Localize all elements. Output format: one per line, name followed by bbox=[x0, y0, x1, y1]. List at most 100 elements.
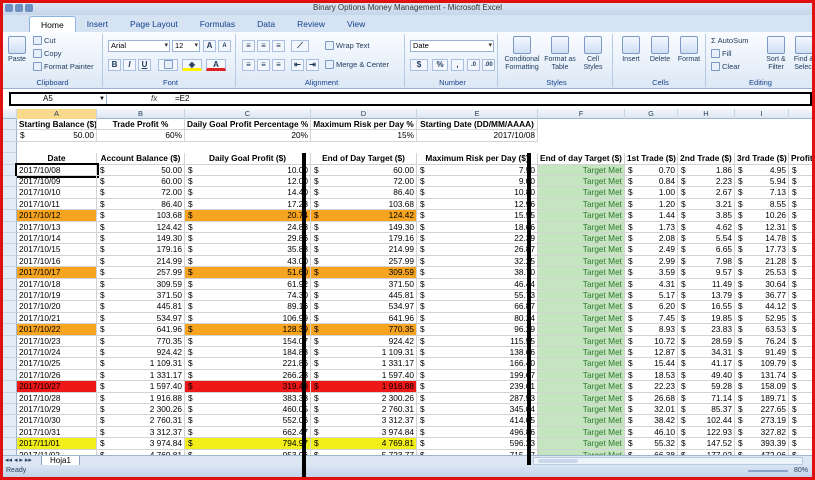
row-header[interactable] bbox=[3, 221, 17, 233]
max-risk-cell[interactable]: $596.23 bbox=[417, 438, 538, 450]
end-of-day-target-cell[interactable]: $309.59 bbox=[311, 267, 417, 279]
second-trade-cell[interactable]: $147.52 bbox=[678, 438, 735, 450]
first-trade-cell[interactable]: $4.31 bbox=[625, 278, 678, 290]
daily-goal-profit-cell[interactable]: $184.88 bbox=[185, 347, 311, 359]
row-header[interactable] bbox=[3, 198, 17, 211]
profit-cell[interactable]: $ bbox=[789, 267, 812, 279]
daily-goal-profit-cell[interactable]: $128.39 bbox=[185, 324, 311, 336]
first-trade-cell[interactable]: $1.73 bbox=[625, 221, 678, 233]
third-trade-cell[interactable]: $131.74 bbox=[735, 369, 789, 382]
daily-goal-profit-cell[interactable]: $552.06 bbox=[185, 415, 311, 427]
balance-cell[interactable]: $2 300.26 bbox=[97, 404, 185, 416]
first-trade-cell[interactable]: $55.32 bbox=[625, 438, 678, 450]
profit-cell[interactable]: $ bbox=[789, 347, 812, 359]
font-color-button[interactable]: A bbox=[206, 59, 226, 71]
align-right-button[interactable]: ≡ bbox=[272, 59, 285, 71]
column-header[interactable] bbox=[789, 109, 812, 119]
second-trade-cell[interactable]: $5.54 bbox=[678, 233, 735, 245]
end-of-day-target-cell[interactable]: $534.97 bbox=[311, 301, 417, 313]
name-box[interactable]: A5 bbox=[11, 94, 107, 104]
max-risk-cell[interactable]: $18.66 bbox=[417, 221, 538, 233]
balance-cell[interactable]: $770.35 bbox=[97, 335, 185, 347]
align-middle-button[interactable]: ≡ bbox=[257, 40, 270, 52]
third-trade-cell[interactable]: $76.24 bbox=[735, 335, 789, 347]
daily-goal-profit-cell[interactable]: $319.48 bbox=[185, 381, 311, 393]
target-status-cell[interactable]: Target Met bbox=[538, 210, 625, 222]
second-trade-cell[interactable]: $85.37 bbox=[678, 404, 735, 416]
fill-button[interactable]: Fill bbox=[711, 49, 732, 58]
date-cell[interactable]: 2017/10/29 bbox=[17, 404, 97, 416]
profit-cell[interactable]: $ bbox=[789, 358, 812, 370]
first-trade-cell[interactable]: $1.20 bbox=[625, 198, 678, 211]
max-risk-cell[interactable]: $38.70 bbox=[417, 267, 538, 279]
third-trade-cell[interactable]: $8.55 bbox=[735, 198, 789, 211]
cut-button[interactable]: Cut bbox=[33, 36, 56, 45]
max-risk-cell[interactable]: $26.87 bbox=[417, 244, 538, 256]
end-of-day-target-cell[interactable]: $149.30 bbox=[311, 221, 417, 233]
date-cell[interactable]: 2017/10/15 bbox=[17, 244, 97, 256]
second-trade-cell[interactable]: $41.17 bbox=[678, 358, 735, 370]
decrease-decimal-button[interactable]: .00 bbox=[482, 59, 495, 71]
second-trade-cell[interactable]: $3.21 bbox=[678, 198, 735, 211]
third-trade-cell[interactable]: $17.73 bbox=[735, 244, 789, 256]
daily-goal-profit-cell[interactable]: $61.92 bbox=[185, 278, 311, 290]
balance-cell[interactable]: $534.97 bbox=[97, 312, 185, 325]
daily-goal-profit-cell[interactable]: $43.00 bbox=[185, 255, 311, 268]
end-of-day-target-cell[interactable]: $124.42 bbox=[311, 210, 417, 222]
row-header[interactable] bbox=[3, 347, 17, 359]
end-of-day-target-cell[interactable]: $103.68 bbox=[311, 198, 417, 211]
daily-goal-profit-cell[interactable]: $383.38 bbox=[185, 392, 311, 404]
end-of-day-target-cell[interactable]: $2 760.31 bbox=[311, 404, 417, 416]
format-painter-button[interactable]: Format Painter bbox=[33, 62, 94, 71]
second-trade-cell[interactable]: $102.44 bbox=[678, 415, 735, 427]
align-bottom-button[interactable]: ≡ bbox=[272, 40, 285, 52]
target-status-cell[interactable]: Target Met bbox=[538, 312, 625, 325]
third-trade-cell[interactable]: $10.26 bbox=[735, 210, 789, 222]
tab-data[interactable]: Data bbox=[246, 16, 286, 32]
max-risk-cell[interactable]: $66.87 bbox=[417, 301, 538, 313]
end-of-day-target-cell[interactable]: $641.96 bbox=[311, 312, 417, 325]
balance-cell[interactable]: $3 974.84 bbox=[97, 438, 185, 450]
parameter-header[interactable]: Starting Balance ($) bbox=[17, 119, 97, 131]
table-header[interactable]: Maximum Risk per Day ($) bbox=[417, 153, 538, 165]
date-cell[interactable]: 2017/10/09 bbox=[17, 176, 97, 188]
column-header[interactable]: B bbox=[97, 109, 185, 119]
target-status-cell[interactable]: Target Met bbox=[538, 426, 625, 439]
daily-goal-profit-cell[interactable]: $154.07 bbox=[185, 335, 311, 347]
row-header[interactable] bbox=[3, 255, 17, 268]
tab-insert[interactable]: Insert bbox=[76, 16, 119, 32]
balance-cell[interactable]: $1 597.40 bbox=[97, 381, 185, 393]
end-of-day-target-cell[interactable]: $4 769.81 bbox=[311, 438, 417, 450]
target-status-cell[interactable]: Target Met bbox=[538, 267, 625, 279]
third-trade-cell[interactable]: $158.09 bbox=[735, 381, 789, 393]
third-trade-cell[interactable]: $36.77 bbox=[735, 290, 789, 302]
daily-goal-profit-cell[interactable]: $221.86 bbox=[185, 358, 311, 370]
second-trade-cell[interactable]: $3.85 bbox=[678, 210, 735, 222]
balance-cell[interactable]: $86.40 bbox=[97, 198, 185, 211]
merge-center-button[interactable]: Merge & Center bbox=[325, 60, 389, 69]
third-trade-cell[interactable]: $7.13 bbox=[735, 187, 789, 199]
date-cell[interactable]: 2017/10/14 bbox=[17, 233, 97, 245]
date-cell[interactable]: 2017/10/17 bbox=[17, 267, 97, 279]
date-cell[interactable]: 2017/10/31 bbox=[17, 426, 97, 439]
column-header[interactable]: D bbox=[311, 109, 417, 119]
third-trade-cell[interactable]: $227.65 bbox=[735, 404, 789, 416]
daily-goal-profit-cell[interactable]: $662.47 bbox=[185, 426, 311, 439]
max-risk-cell[interactable]: 15% bbox=[311, 130, 417, 142]
profit-cell[interactable]: $ bbox=[789, 176, 812, 188]
profit-cell[interactable]: $ bbox=[789, 404, 812, 416]
start-date-cell[interactable]: 2017/10/08 bbox=[417, 130, 538, 142]
target-status-cell[interactable]: Target Met bbox=[538, 255, 625, 268]
fill-color-button[interactable]: ◈ bbox=[182, 59, 202, 71]
table-header[interactable]: 1st Trade ($) bbox=[625, 153, 678, 165]
row-header[interactable] bbox=[3, 358, 17, 370]
second-trade-cell[interactable]: $122.93 bbox=[678, 426, 735, 439]
first-trade-cell[interactable]: $5.17 bbox=[625, 290, 678, 302]
date-cell[interactable]: 2017/10/19 bbox=[17, 290, 97, 302]
second-trade-cell[interactable]: $16.55 bbox=[678, 301, 735, 313]
table-header[interactable]: 2nd Trade ($) bbox=[678, 153, 735, 165]
third-trade-cell[interactable]: $327.82 bbox=[735, 426, 789, 439]
first-trade-cell[interactable]: $8.93 bbox=[625, 324, 678, 336]
third-trade-cell[interactable]: $63.53 bbox=[735, 324, 789, 336]
first-trade-cell[interactable]: $18.53 bbox=[625, 369, 678, 382]
